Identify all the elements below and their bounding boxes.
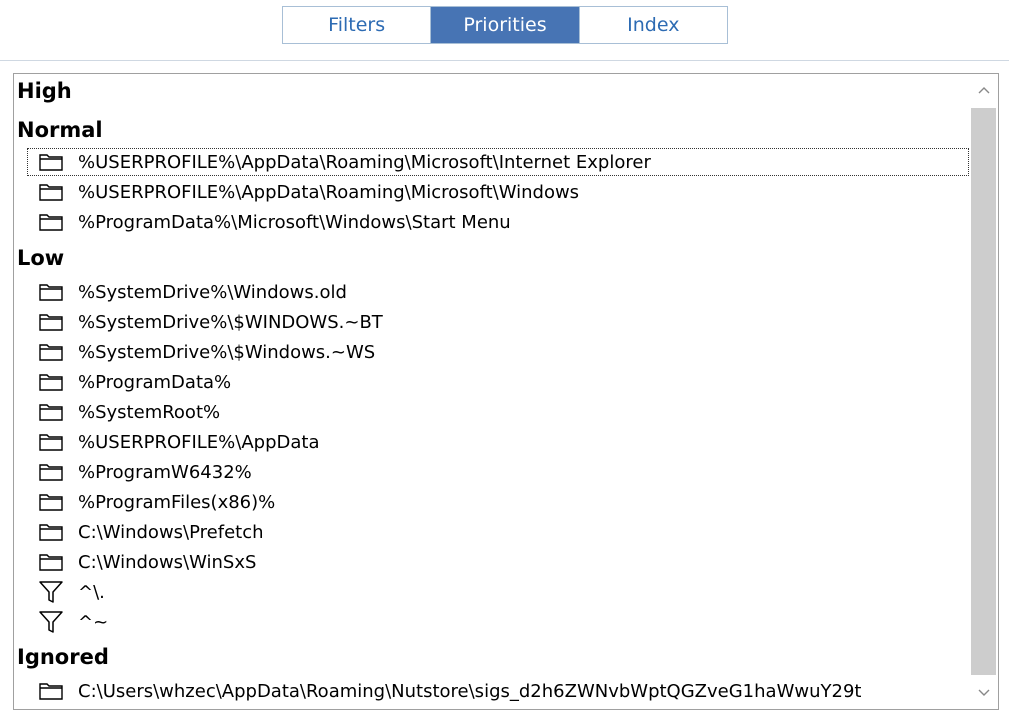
- group-header-ignored: Ignored: [17, 645, 109, 669]
- item-pattern: ^\.: [78, 581, 105, 603]
- header-divider: [0, 60, 1009, 61]
- item-path: C:\Windows\WinSxS: [78, 551, 257, 573]
- item-pattern: ^~: [78, 611, 109, 633]
- folder-icon: [38, 281, 64, 303]
- folder-icon: [38, 211, 64, 233]
- list-item[interactable]: %USERPROFILE%\AppData\Roaming\Microsoft\…: [27, 148, 969, 176]
- filter-icon: [38, 611, 64, 633]
- priority-tabs: Filters Priorities Index: [282, 6, 728, 44]
- scroll-thumb[interactable]: [971, 108, 996, 675]
- folder-icon: [38, 371, 64, 393]
- list-item[interactable]: %ProgramFiles(x86)%: [28, 489, 968, 515]
- list-item[interactable]: %SystemRoot%: [28, 399, 968, 425]
- item-path: %SystemDrive%\$WINDOWS.~BT: [78, 311, 383, 333]
- list-item[interactable]: %ProgramData%\Microsoft\Windows\Start Me…: [28, 209, 968, 235]
- item-path: %SystemRoot%: [78, 401, 221, 423]
- item-path: %ProgramFiles(x86)%: [78, 491, 276, 513]
- tab-index[interactable]: Index: [579, 7, 727, 43]
- priority-list: High Normal %USERPROFILE%\AppData\Roamin…: [14, 74, 970, 709]
- list-item[interactable]: ^\.: [28, 579, 968, 605]
- list-item[interactable]: %USERPROFILE%\AppData: [28, 429, 968, 455]
- list-item[interactable]: %ProgramW6432%: [28, 459, 968, 485]
- list-item[interactable]: ^~: [28, 609, 968, 635]
- item-path: %ProgramData%: [78, 371, 232, 393]
- list-item[interactable]: %SystemDrive%\$Windows.~WS: [28, 339, 968, 365]
- folder-icon: [38, 521, 64, 543]
- chevron-down-icon: [978, 689, 990, 696]
- tab-priorities[interactable]: Priorities: [431, 7, 580, 43]
- folder-icon: [38, 461, 64, 483]
- group-header-high: High: [17, 79, 72, 103]
- list-item[interactable]: C:\Windows\WinSxS: [28, 549, 968, 575]
- item-path: %SystemDrive%\Windows.old: [78, 281, 347, 303]
- folder-icon: [38, 311, 64, 333]
- scroll-down-button[interactable]: [970, 677, 998, 709]
- list-item[interactable]: %SystemDrive%\$WINDOWS.~BT: [28, 309, 968, 335]
- folder-icon: [38, 680, 64, 702]
- item-path: %ProgramW6432%: [78, 461, 252, 483]
- folder-icon: [38, 151, 64, 173]
- group-header-normal: Normal: [17, 118, 103, 142]
- list-item[interactable]: C:\Users\whzec\AppData\Roaming\Nutstore\…: [28, 678, 968, 704]
- item-path: %ProgramData%\Microsoft\Windows\Start Me…: [78, 211, 511, 233]
- list-item[interactable]: %SystemDrive%\Windows.old: [28, 279, 968, 305]
- list-item[interactable]: C:\Windows\Prefetch: [28, 519, 968, 545]
- item-path: %USERPROFILE%\AppData\Roaming\Microsoft\…: [78, 181, 580, 203]
- item-path: C:\Windows\Prefetch: [78, 521, 264, 543]
- folder-icon: [38, 431, 64, 453]
- list-item[interactable]: %ProgramData%: [28, 369, 968, 395]
- folder-icon: [38, 341, 64, 363]
- priority-list-panel: High Normal %USERPROFILE%\AppData\Roamin…: [13, 73, 999, 710]
- vertical-scrollbar[interactable]: [970, 74, 998, 709]
- item-path: C:\Users\whzec\AppData\Roaming\Nutstore\…: [78, 680, 862, 702]
- item-path: %SystemDrive%\$Windows.~WS: [78, 341, 376, 363]
- scroll-up-button[interactable]: [970, 74, 998, 106]
- chevron-up-icon: [978, 87, 990, 94]
- group-header-low: Low: [17, 246, 65, 270]
- list-item[interactable]: %USERPROFILE%\AppData\Roaming\Microsoft\…: [28, 179, 968, 205]
- folder-icon: [38, 181, 64, 203]
- item-path: %USERPROFILE%\AppData\Roaming\Microsoft\…: [78, 151, 651, 173]
- tab-filters[interactable]: Filters: [283, 7, 432, 43]
- folder-icon: [38, 551, 64, 573]
- folder-icon: [38, 491, 64, 513]
- folder-icon: [38, 401, 64, 423]
- filter-icon: [38, 581, 64, 603]
- item-path: %USERPROFILE%\AppData: [78, 431, 320, 453]
